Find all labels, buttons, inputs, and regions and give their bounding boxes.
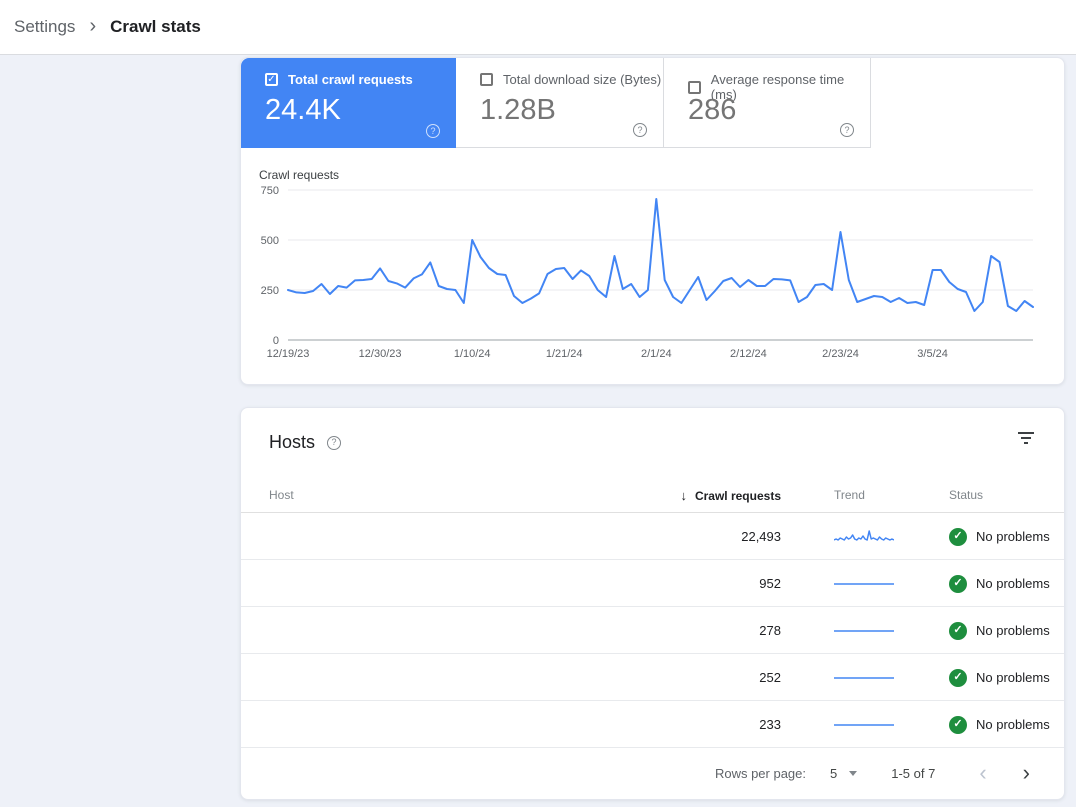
metric-value: 1.28B [480, 94, 556, 127]
chart-y-axis-title: Crawl requests [259, 168, 339, 182]
column-header-host[interactable]: Host [269, 488, 294, 502]
metric-label: Total crawl requests [288, 72, 413, 87]
host-row[interactable]: 233 ✓ No problems [241, 701, 1064, 748]
status-cell: ✓ No problems [949, 607, 1050, 654]
crawl-requests-cell: 252 [621, 654, 781, 701]
status-ok-icon: ✓ [949, 575, 967, 593]
rows-per-page-select[interactable]: 5 [830, 766, 857, 781]
status-cell: ✓ No problems [949, 701, 1050, 748]
host-row[interactable]: 278 ✓ No problems [241, 607, 1064, 654]
status-cell: ✓ No problems [949, 560, 1050, 607]
top-bar: Settings › Crawl stats [0, 0, 1076, 55]
host-row[interactable]: 952 ✓ No problems [241, 560, 1064, 607]
next-page-button[interactable]: › [1019, 762, 1034, 784]
table-footer: Rows per page: 5 1-5 of 7 ‹ › [241, 747, 1064, 799]
help-icon[interactable]: ? [426, 124, 440, 138]
checkbox-unchecked-icon[interactable] [480, 73, 493, 86]
rows-per-page-value: 5 [830, 766, 837, 781]
column-header-trend[interactable]: Trend [834, 488, 865, 502]
status-ok-icon: ✓ [949, 622, 967, 640]
crawl-stats-chart-panel: ✓ Total crawl requests 24.4K ? Total dow… [240, 57, 1065, 385]
metric-cards-row: ✓ Total crawl requests 24.4K ? Total dow… [241, 58, 871, 148]
previous-page-button[interactable]: ‹ [975, 762, 990, 784]
status-label: No problems [976, 623, 1050, 638]
host-row[interactable]: 22,493 ✓ No problems [241, 513, 1064, 560]
status-label: No problems [976, 529, 1050, 544]
svg-text:3/5/24: 3/5/24 [917, 348, 948, 360]
hosts-table-header: Host ↓ Crawl requests Trend Status [241, 480, 1064, 513]
status-label: No problems [976, 670, 1050, 685]
status-ok-icon: ✓ [949, 716, 967, 734]
crawl-requests-cell: 233 [621, 701, 781, 748]
help-icon[interactable]: ? [840, 123, 854, 137]
page-title: Crawl stats [110, 17, 201, 37]
checkbox-checked-icon[interactable]: ✓ [265, 73, 278, 86]
crawl-requests-cell: 952 [621, 560, 781, 607]
trend-sparkline [834, 528, 894, 545]
help-icon[interactable]: ? [633, 123, 647, 137]
status-label: No problems [976, 576, 1050, 591]
dropdown-caret-icon [849, 771, 857, 776]
status-cell: ✓ No problems [949, 654, 1050, 701]
breadcrumb-settings-link[interactable]: Settings [14, 17, 75, 37]
svg-text:2/1/24: 2/1/24 [641, 348, 672, 360]
crawl-requests-cell: 22,493 [621, 513, 781, 560]
svg-text:12/30/23: 12/30/23 [359, 348, 402, 360]
hosts-title: Hosts [269, 432, 315, 453]
status-cell: ✓ No problems [949, 513, 1050, 560]
metric-label: Total download size (Bytes) [503, 72, 661, 87]
checkbox-unchecked-icon[interactable] [688, 81, 701, 94]
trend-sparkline [834, 716, 894, 733]
help-icon[interactable]: ? [327, 436, 341, 450]
svg-text:2/12/24: 2/12/24 [730, 348, 767, 360]
svg-text:1/21/24: 1/21/24 [546, 348, 583, 360]
svg-text:500: 500 [261, 235, 279, 247]
crawl-requests-cell: 278 [621, 607, 781, 654]
metric-card-total-crawl-requests[interactable]: ✓ Total crawl requests 24.4K ? [241, 58, 456, 148]
metric-card-total-download-size[interactable]: Total download size (Bytes) 1.28B ? [456, 58, 663, 148]
svg-text:12/19/23: 12/19/23 [267, 348, 310, 360]
metric-value: 24.4K [265, 94, 341, 127]
rows-per-page-label: Rows per page: [715, 766, 806, 781]
column-header-label: Crawl requests [695, 489, 781, 503]
svg-text:0: 0 [273, 335, 279, 347]
svg-text:2/23/24: 2/23/24 [822, 348, 859, 360]
crawl-requests-line-chart: 0 250 500 750 12/19/23 12/30/23 1/10/24 1/21/24… [241, 183, 1066, 368]
pagination-range: 1-5 of 7 [891, 766, 935, 781]
status-label: No problems [976, 717, 1050, 732]
trend-sparkline [834, 669, 894, 686]
filter-list-icon[interactable] [1018, 432, 1034, 445]
breadcrumb-separator-icon: › [89, 15, 96, 38]
svg-text:1/10/24: 1/10/24 [454, 348, 491, 360]
column-header-crawl-requests[interactable]: ↓ Crawl requests [621, 488, 781, 503]
host-row[interactable]: 252 ✓ No problems [241, 654, 1064, 701]
column-header-status[interactable]: Status [949, 488, 983, 502]
svg-text:750: 750 [261, 185, 279, 197]
hosts-table-body: 22,493 ✓ No problems 952 ✓ No problems 278 ✓ No … [241, 513, 1064, 748]
trend-sparkline [834, 575, 894, 592]
status-ok-icon: ✓ [949, 528, 967, 546]
status-ok-icon: ✓ [949, 669, 967, 687]
svg-text:250: 250 [261, 285, 279, 297]
metric-value: 286 [688, 94, 736, 127]
hosts-panel: Hosts ? Host ↓ Crawl requests Trend Statu… [240, 407, 1065, 800]
metric-card-average-response-time[interactable]: Average response time (ms) 286 ? [663, 58, 871, 148]
sort-descending-icon: ↓ [680, 488, 687, 503]
trend-sparkline [834, 622, 894, 639]
